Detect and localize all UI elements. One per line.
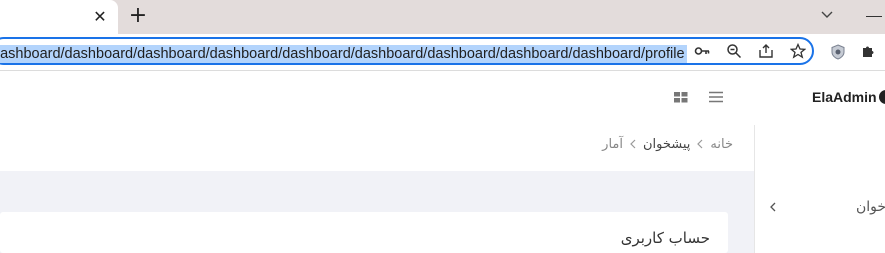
chevron-down-icon[interactable] — [819, 7, 835, 23]
profile-card: حساب کاربری — [0, 212, 728, 253]
sidebar: خوان — [754, 125, 885, 253]
breadcrumb-item-dashboard[interactable]: پیشخوان — [643, 137, 690, 152]
browser-tab-strip: ✕ + — [0, 0, 885, 34]
browser-tab[interactable]: ✕ — [0, 0, 118, 34]
window-minimize-button[interactable] — [863, 6, 885, 26]
share-icon[interactable] — [757, 42, 775, 60]
plus-icon[interactable]: + — [128, 5, 148, 27]
app-logo[interactable]: ElaAdmin — [812, 89, 877, 105]
menu-icon[interactable] — [708, 89, 724, 105]
breadcrumb-item-home[interactable]: خانه — [710, 137, 733, 152]
breadcrumb: خانه پیشخوان آمار — [602, 137, 733, 152]
card-title: حساب کاربری — [620, 229, 710, 247]
breadcrumb-item-stats: آمار — [602, 137, 623, 152]
address-bar[interactable]: dashboard/dashboard/dashboard/dashboard/… — [0, 37, 814, 65]
url-text[interactable]: dashboard/dashboard/dashboard/dashboard/… — [0, 45, 687, 63]
app-header: ElaAdmin — [0, 71, 885, 126]
avatar[interactable] — [879, 90, 885, 104]
chevron-left-icon[interactable] — [769, 200, 777, 216]
zoom-icon[interactable] — [725, 42, 743, 60]
puzzle-extensions-icon[interactable] — [859, 43, 877, 61]
chevron-left-icon — [696, 138, 704, 152]
browser-toolbar: dashboard/dashboard/dashboard/dashboard/… — [0, 34, 885, 71]
bookmark-star-icon[interactable] — [789, 42, 807, 60]
shield-icon[interactable] — [829, 43, 847, 61]
chevron-left-icon — [629, 138, 637, 152]
sidebar-item-dashboard[interactable]: خوان — [856, 199, 885, 215]
grid-icon[interactable] — [673, 89, 689, 105]
close-icon[interactable]: ✕ — [92, 9, 108, 25]
key-icon[interactable] — [693, 42, 711, 60]
breadcrumb-bar: خانه پیشخوان آمار — [0, 125, 754, 171]
